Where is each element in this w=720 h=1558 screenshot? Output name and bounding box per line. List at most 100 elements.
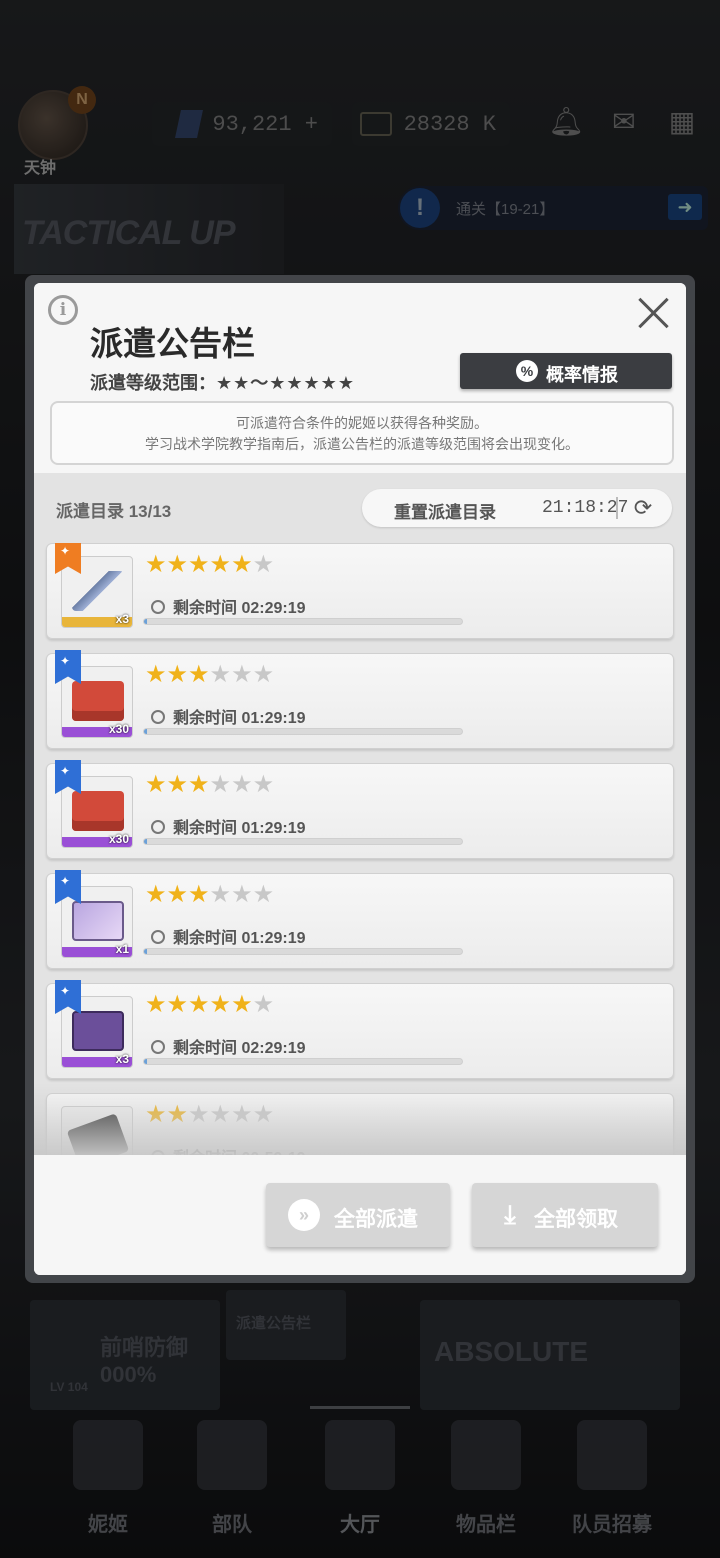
mission-star-rating: ★★★★★★ bbox=[145, 880, 274, 909]
star-filled-icon: ★ bbox=[166, 551, 189, 578]
syringe-icon bbox=[72, 571, 124, 611]
modal-header: i 派遣公告栏 派遣等级范围：★★～★★★★★ % 概率情报 可派遣符合条件的妮… bbox=[34, 283, 686, 473]
dispatch-all-button[interactable]: » 全部派遣 bbox=[266, 1183, 450, 1247]
star-filled-icon: ★ bbox=[166, 771, 189, 798]
range-label: 派遣等级范围： bbox=[90, 373, 216, 393]
star-empty-icon: ★ bbox=[252, 551, 275, 578]
close-button[interactable] bbox=[632, 291, 676, 335]
mystery-box-icon bbox=[72, 681, 124, 721]
mission-card[interactable]: x3 ✦ ★★★★★★ 剩余时间 02:29:19 bbox=[46, 980, 674, 1079]
notice-box: 可派遣符合条件的妮姬以获得各种奖励。 学习战术学院教学指南后，派遣公告栏的派遣等… bbox=[50, 401, 674, 465]
star-filled-icon: ★ bbox=[145, 881, 167, 908]
reward-quantity: x30 bbox=[108, 832, 129, 846]
dispatch-progress-fill bbox=[144, 729, 148, 734]
notice-line-2: 学习战术学院教学指南后，派遣公告栏的派遣等级范围将会出现变化。 bbox=[145, 436, 579, 452]
reward-quantity: x30 bbox=[108, 722, 129, 736]
star-empty-icon: ★ bbox=[231, 771, 253, 798]
star-empty-icon: ★ bbox=[209, 771, 232, 798]
dispatch-progress-bar bbox=[143, 618, 463, 625]
dispatch-progress-fill bbox=[144, 949, 148, 954]
dispatch-level-range: 派遣等级范围：★★～★★★★★ bbox=[90, 369, 355, 395]
star-empty-icon: ★ bbox=[252, 771, 275, 798]
star-filled-icon: ★ bbox=[166, 661, 189, 688]
star-empty-icon: ★ bbox=[252, 991, 275, 1018]
remaining-time-text: 剩余时间 01:29:19 bbox=[173, 820, 306, 837]
remaining-time-text: 剩余时间 02:29:19 bbox=[173, 1040, 306, 1057]
modal-footer: » 全部派遣 ⤓ 全部领取 bbox=[34, 1155, 686, 1275]
star-filled-icon: ★ bbox=[231, 991, 253, 1018]
dispatch-board-modal: i 派遣公告栏 派遣等级范围：★★～★★★★★ % 概率情报 可派遣符合条件的妮… bbox=[34, 283, 686, 1275]
clock-icon bbox=[151, 1040, 165, 1054]
double-chevron-icon: » bbox=[288, 1199, 320, 1231]
clock-icon bbox=[151, 710, 165, 724]
star-empty-icon: ★ bbox=[209, 881, 232, 908]
star-filled-icon: ★ bbox=[188, 771, 210, 798]
star-filled-icon: ★ bbox=[188, 991, 210, 1018]
probability-info-button[interactable]: % 概率情报 bbox=[460, 353, 672, 389]
dispatch-progress-bar bbox=[143, 838, 463, 845]
remaining-time-text: 剩余时间 02:29:19 bbox=[173, 600, 306, 617]
reset-catalog-button[interactable]: 重置派遣目录 21:18:27 ⟳ bbox=[362, 489, 672, 527]
star-filled-icon: ★ bbox=[209, 991, 232, 1018]
refresh-icon[interactable]: ⟳ bbox=[630, 495, 656, 521]
mission-star-rating: ★★★★★★ bbox=[145, 550, 274, 579]
star-empty-icon: ★ bbox=[231, 881, 253, 908]
reward-quantity: x3 bbox=[115, 612, 129, 626]
reward-quantity: x1 bbox=[115, 942, 129, 956]
clock-icon bbox=[151, 820, 165, 834]
star-filled-icon: ★ bbox=[145, 551, 167, 578]
remaining-time: 剩余时间 01:29:19 bbox=[151, 814, 306, 838]
star-filled-icon: ★ bbox=[188, 661, 210, 688]
remaining-time: 剩余时间 02:29:19 bbox=[151, 594, 306, 618]
remaining-time-text: 剩余时间 01:29:19 bbox=[173, 930, 306, 947]
star-filled-icon: ★ bbox=[188, 551, 210, 578]
star-filled-icon: ★ bbox=[209, 551, 232, 578]
claim-all-label: 全部领取 bbox=[534, 1208, 618, 1231]
star-empty-icon: ★ bbox=[231, 661, 253, 688]
dispatch-progress-bar bbox=[143, 728, 463, 735]
dispatch-progress-fill bbox=[144, 1059, 148, 1064]
mystery-box-icon bbox=[72, 791, 124, 831]
remaining-time: 剩余时间 01:29:19 bbox=[151, 704, 306, 728]
remaining-time: 剩余时间 02:29:19 bbox=[151, 1034, 306, 1058]
reset-divider bbox=[616, 497, 618, 519]
notice-line-1: 可派遣符合条件的妮姬以获得各种奖励。 bbox=[236, 415, 488, 431]
star-filled-icon: ★ bbox=[145, 991, 167, 1018]
mission-card[interactable]: x30 ✦ ★★★★★★ 剩余时间 01:29:19 bbox=[46, 650, 674, 749]
star-filled-icon: ★ bbox=[145, 771, 167, 798]
list-header: 派遣目录 13/13 重置派遣目录 21:18:27 ⟳ bbox=[34, 473, 686, 543]
mission-star-rating: ★★★★★★ bbox=[145, 990, 274, 1019]
mission-list[interactable]: x3 ✦ ★★★★★★ 剩余时间 02:29:19 x30 ✦ ★★★★★★ 剩余时间 01:… bbox=[34, 543, 686, 1155]
gift-case-icon bbox=[72, 901, 124, 941]
download-icon: ⤓ bbox=[504, 1199, 516, 1229]
star-empty-icon: ★ bbox=[209, 661, 232, 688]
star-filled-icon: ★ bbox=[166, 991, 189, 1018]
clock-icon bbox=[151, 930, 165, 944]
dispatch-progress-fill bbox=[144, 839, 148, 844]
reset-catalog-label: 重置派遣目录 bbox=[394, 503, 496, 522]
probability-info-label: 概率情报 bbox=[546, 365, 618, 385]
star-filled-icon: ★ bbox=[188, 881, 210, 908]
reward-quantity: x3 bbox=[115, 1052, 129, 1066]
range-stars: ★★～★★★★★ bbox=[216, 373, 355, 393]
modal-title: 派遣公告栏 bbox=[90, 325, 255, 362]
star-empty-icon: ★ bbox=[252, 881, 275, 908]
remaining-time-text: 剩余时间 01:29:19 bbox=[173, 710, 306, 727]
remaining-time: 剩余时间 01:29:19 bbox=[151, 924, 306, 948]
info-icon[interactable]: i bbox=[48, 295, 78, 325]
dispatch-all-label: 全部派遣 bbox=[334, 1208, 418, 1231]
mission-star-rating: ★★★★★★ bbox=[145, 660, 274, 689]
star-filled-icon: ★ bbox=[166, 881, 189, 908]
mission-card[interactable]: x30 ✦ ★★★★★★ 剩余时间 01:29:19 bbox=[46, 760, 674, 859]
mission-card[interactable]: x3 ✦ ★★★★★★ 剩余时间 02:29:19 bbox=[46, 543, 674, 639]
catalog-count: 派遣目录 13/13 bbox=[56, 502, 172, 521]
claim-all-button[interactable]: ⤓ 全部领取 bbox=[472, 1183, 658, 1247]
mission-star-rating: ★★★★★★ bbox=[145, 770, 274, 799]
dispatch-progress-fill bbox=[144, 619, 148, 624]
star-filled-icon: ★ bbox=[231, 551, 253, 578]
mission-card[interactable]: x1 ✦ ★★★★★★ 剩余时间 01:29:19 bbox=[46, 870, 674, 969]
list-fade-overlay bbox=[34, 1083, 686, 1155]
tool-case-icon bbox=[72, 1011, 124, 1051]
star-empty-icon: ★ bbox=[252, 661, 275, 688]
star-filled-icon: ★ bbox=[145, 661, 167, 688]
